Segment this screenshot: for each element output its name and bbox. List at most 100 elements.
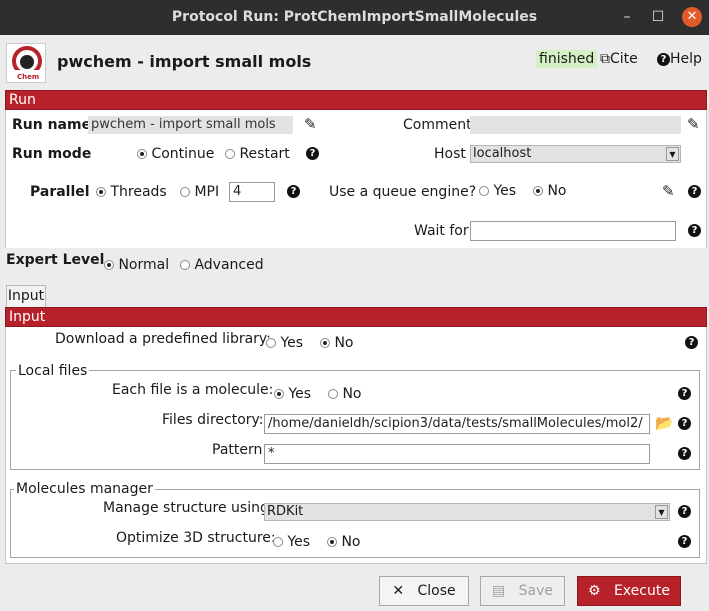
each-file-help-icon[interactable]: ?: [678, 387, 691, 400]
parallel-threads-label: Threads: [110, 184, 167, 200]
run-mode-restart-option[interactable]: Restart: [225, 146, 290, 162]
run-mode-help-icon[interactable]: ?: [306, 147, 319, 160]
radio-unselected[interactable]: [273, 537, 283, 547]
radio-unselected[interactable]: [328, 389, 338, 399]
radio-selected[interactable]: [96, 187, 106, 197]
parallel-mpi-label: MPI: [194, 184, 220, 200]
each-file-yes-label: Yes: [288, 386, 312, 402]
help-label: Help: [670, 51, 702, 67]
files-directory-field[interactable]: /home/danieldh/scipion3/data/tests/small…: [264, 414, 650, 434]
wait-for-label: Wait for: [414, 223, 469, 239]
manage-structure-select[interactable]: RDKit ▼: [264, 503, 670, 521]
each-file-no-option[interactable]: No: [328, 386, 362, 402]
download-no-label: No: [334, 335, 354, 351]
pattern-label: Pattern: [212, 442, 263, 458]
wait-for-help-icon[interactable]: ?: [688, 224, 701, 237]
optimize-help-icon[interactable]: ?: [678, 535, 691, 548]
queue-label: Use a queue engine?: [329, 184, 477, 200]
minimize-button[interactable]: –: [617, 7, 637, 27]
download-library-label: Download a predefined library:: [55, 331, 271, 347]
parallel-mpi-option[interactable]: MPI: [180, 184, 219, 200]
help-link[interactable]: ? Help: [657, 51, 702, 67]
manage-structure-value: RDKit: [267, 504, 304, 519]
comment-field[interactable]: [470, 116, 681, 134]
window-titlebar: Protocol Run: ProtChemImportSmallMolecul…: [0, 0, 709, 35]
edit-comment-icon[interactable]: ✎: [687, 115, 700, 133]
each-file-no-label: No: [342, 386, 362, 402]
chevron-down-icon: ▼: [666, 147, 679, 161]
optimize-no-option[interactable]: No: [327, 534, 361, 550]
radio-selected[interactable]: [104, 260, 114, 270]
radio-selected[interactable]: [327, 537, 337, 547]
manage-structure-label: Manage structure using:: [103, 500, 274, 516]
save-button[interactable]: ▤ Save: [480, 576, 565, 606]
input-section-bar: Input: [5, 307, 707, 327]
expert-normal-option[interactable]: Normal: [104, 257, 169, 273]
close-icon: ✕: [392, 583, 405, 599]
radio-unselected[interactable]: [180, 260, 190, 270]
run-mode-continue-option[interactable]: Continue: [137, 146, 214, 162]
comment-label: Comment: [403, 117, 472, 133]
host-label: Host: [434, 146, 466, 162]
radio-unselected[interactable]: [225, 149, 235, 159]
queue-no-option[interactable]: No: [533, 183, 567, 199]
tab-input[interactable]: Input: [6, 285, 46, 307]
optimize-yes-option[interactable]: Yes: [273, 534, 310, 550]
each-file-label: Each file is a molecule:: [112, 382, 274, 398]
host-select[interactable]: localhost ▼: [470, 145, 681, 163]
queue-no-label: No: [547, 183, 567, 199]
manage-structure-help-icon[interactable]: ?: [678, 505, 691, 518]
maximize-button[interactable]: ☐: [648, 7, 668, 27]
download-yes-option[interactable]: Yes: [266, 335, 303, 351]
radio-unselected[interactable]: [180, 187, 190, 197]
files-directory-help-icon[interactable]: ?: [678, 417, 691, 430]
help-icon: ?: [657, 53, 670, 66]
parallel-count-field[interactable]: 4: [229, 182, 275, 202]
logo-text: Chem: [17, 73, 40, 81]
queue-help-icon[interactable]: ?: [688, 185, 701, 198]
protocol-title: pwchem - import small mols: [57, 52, 312, 71]
radio-selected[interactable]: [320, 338, 330, 348]
pattern-field[interactable]: *: [264, 444, 650, 464]
pattern-help-icon[interactable]: ?: [678, 447, 691, 460]
window-title: Protocol Run: ProtChemImportSmallMolecul…: [171, 9, 538, 25]
radio-selected[interactable]: [533, 186, 543, 196]
radio-selected[interactable]: [137, 149, 147, 159]
save-button-label: Save: [518, 583, 553, 599]
parallel-label: Parallel: [30, 184, 90, 200]
wait-for-field[interactable]: [470, 221, 676, 241]
parallel-threads-option[interactable]: Threads: [96, 184, 167, 200]
run-mode-restart-label: Restart: [239, 146, 290, 162]
edit-queue-icon[interactable]: ✎: [662, 182, 675, 200]
chem-logo: Chem: [6, 43, 46, 83]
external-link-icon: ⧉: [600, 51, 610, 67]
close-button[interactable]: ✕ Close: [379, 576, 469, 606]
cite-link[interactable]: ⧉Cite: [600, 51, 638, 67]
queue-yes-option[interactable]: Yes: [479, 183, 516, 199]
radio-unselected[interactable]: [479, 186, 489, 196]
download-yes-label: Yes: [280, 335, 304, 351]
run-mode-continue-label: Continue: [151, 146, 215, 162]
radio-unselected[interactable]: [266, 338, 276, 348]
run-mode-label: Run mode: [12, 146, 92, 162]
host-value: localhost: [473, 146, 532, 161]
download-no-option[interactable]: No: [320, 335, 354, 351]
run-name-field[interactable]: pwchem - import small mols: [88, 116, 293, 134]
run-name-label: Run name: [12, 117, 92, 133]
optimize-no-label: No: [341, 534, 361, 550]
files-directory-label: Files directory:: [162, 412, 264, 428]
gear-icon: ⚙: [588, 583, 601, 599]
save-icon: ▤: [492, 583, 506, 599]
folder-icon[interactable]: 📂: [655, 414, 674, 432]
edit-run-name-icon[interactable]: ✎: [304, 115, 317, 133]
parallel-help-icon[interactable]: ?: [287, 185, 300, 198]
radio-selected[interactable]: [274, 389, 284, 399]
queue-yes-label: Yes: [493, 183, 517, 199]
each-file-yes-option[interactable]: Yes: [274, 386, 311, 402]
download-help-icon[interactable]: ?: [685, 336, 698, 349]
expert-level-label: Expert Level: [6, 252, 105, 268]
expert-advanced-option[interactable]: Advanced: [180, 257, 264, 273]
run-section-bar: Run: [5, 90, 707, 110]
close-window-button[interactable]: ✕: [682, 7, 702, 27]
execute-button[interactable]: ⚙ Execute: [577, 576, 681, 606]
